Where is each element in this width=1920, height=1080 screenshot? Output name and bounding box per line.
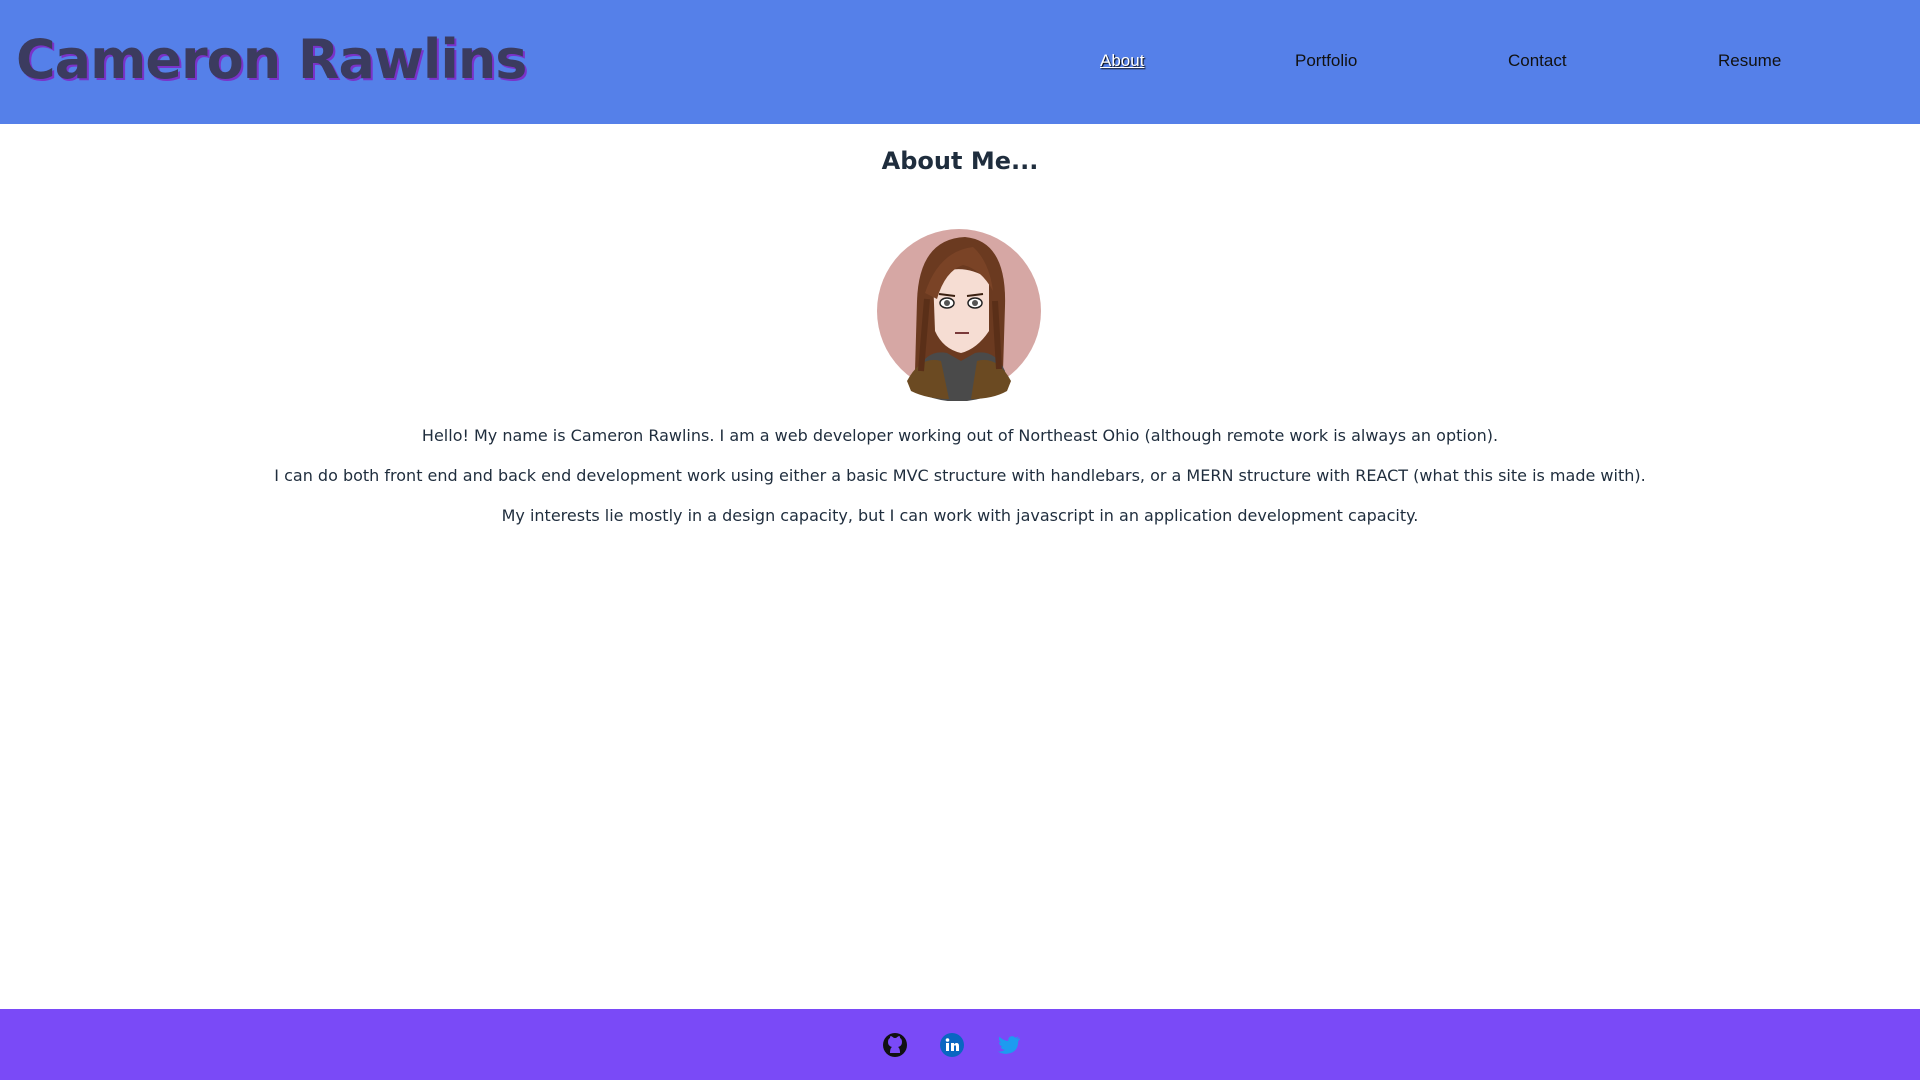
- bio-paragraph-2: I can do both front end and back end dev…: [274, 466, 1646, 485]
- nav-resume[interactable]: Resume: [1718, 51, 1781, 71]
- nav-about[interactable]: About: [1100, 51, 1144, 71]
- profile-avatar: [877, 221, 1041, 402]
- nav-portfolio[interactable]: Portfolio: [1295, 51, 1357, 71]
- twitter-icon[interactable]: [996, 1032, 1022, 1058]
- github-icon[interactable]: [882, 1032, 908, 1058]
- bio-paragraph-3: My interests lie mostly in a design capa…: [501, 506, 1419, 525]
- site-header: Cameron Rawlins About Portfolio Contact …: [0, 0, 1920, 124]
- main-nav: About Portfolio Contact Resume: [0, 0, 1920, 124]
- nav-contact[interactable]: Contact: [1508, 51, 1567, 71]
- page-title: About Me...: [881, 147, 1039, 175]
- bio-paragraph-1: Hello! My name is Cameron Rawlins. I am …: [421, 426, 1499, 445]
- linkedin-icon[interactable]: [939, 1032, 965, 1058]
